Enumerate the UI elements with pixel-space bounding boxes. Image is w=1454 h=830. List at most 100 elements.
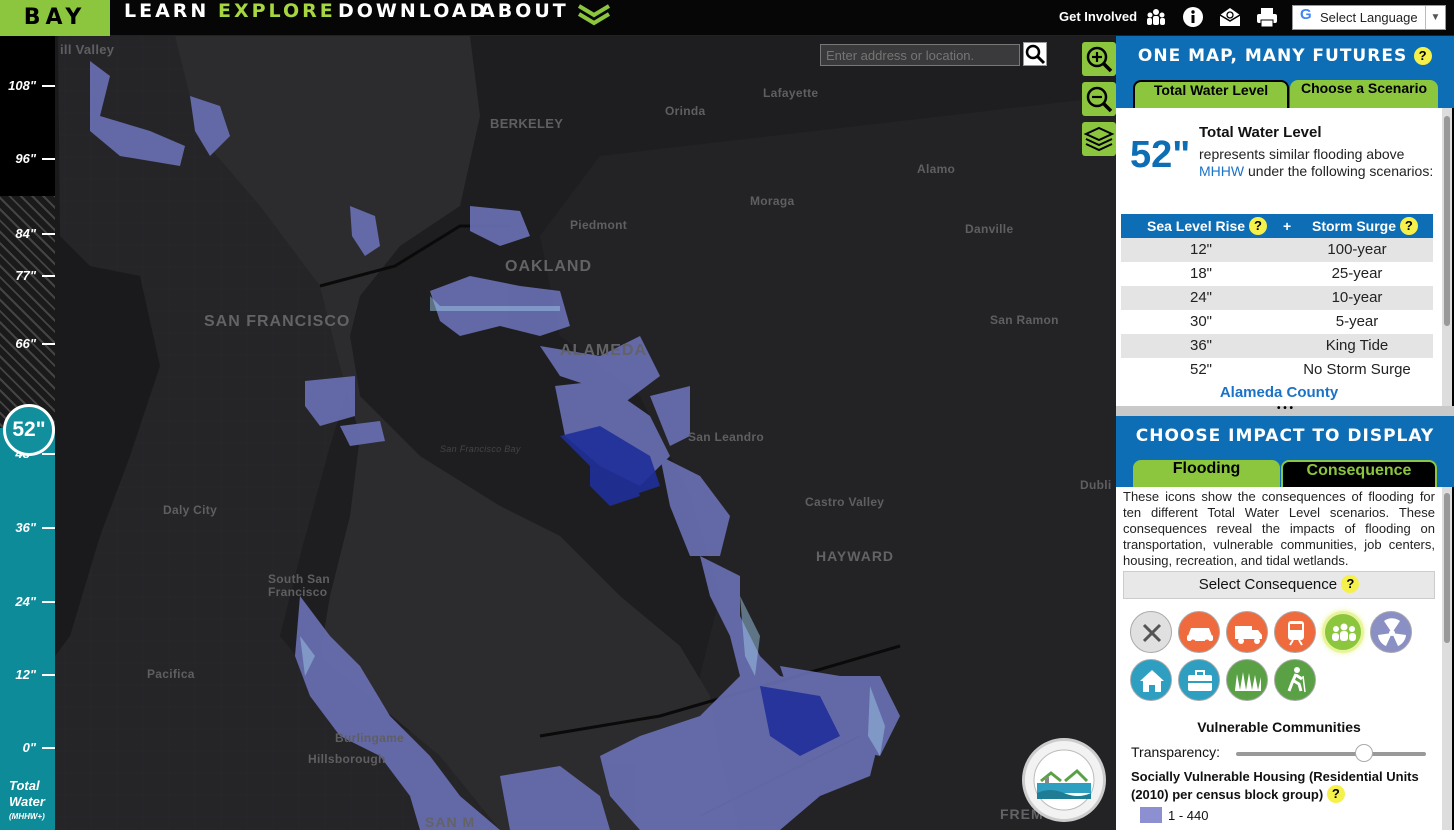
transparency-slider[interactable] — [1236, 752, 1426, 756]
truck-icon — [1235, 626, 1262, 644]
nav-explore[interactable]: EXPLORE — [218, 0, 336, 36]
map-label-san-mateo: SAN M — [425, 814, 476, 830]
gauge-tick: 36" — [0, 520, 55, 535]
freight-button[interactable] — [1226, 611, 1268, 653]
jobs-button[interactable] — [1178, 659, 1220, 701]
clear-consequence-button[interactable] — [1130, 611, 1172, 653]
water-level-tabs: Total Water Level Choose a Scenario — [1116, 76, 1454, 108]
legend-swatch — [1140, 807, 1162, 823]
map-label-daly-city: Daly City — [163, 503, 218, 517]
transparency-slider-handle[interactable] — [1355, 744, 1373, 762]
app: BAY LEARN EXPLORE DOWNLOAD ABOUT Get Inv… — [0, 0, 1454, 830]
grass-icon — [1235, 672, 1261, 691]
panel-resize-handle[interactable]: • • • — [1116, 404, 1454, 416]
email-icon[interactable] — [1218, 6, 1242, 28]
rail-button[interactable] — [1274, 611, 1316, 653]
gauge-handle[interactable]: 52" — [3, 404, 55, 456]
nav-download[interactable]: DOWNLOAD — [338, 0, 488, 36]
scrollbar-thumb[interactable] — [1444, 116, 1450, 326]
contaminated-lands-button[interactable] — [1370, 611, 1412, 653]
scrollbar-thumb[interactable] — [1444, 493, 1450, 643]
map-label-sf-bay: San Francisco Bay — [440, 444, 521, 454]
close-icon — [1142, 623, 1162, 643]
gauge-tick: 12" — [0, 667, 55, 682]
map-canvas[interactable]: ill Valley BERKELEY Orinda Lafayette Ala… — [0, 36, 1116, 830]
language-select[interactable]: G Select Language ▼ — [1292, 5, 1446, 30]
bay-logo[interactable]: BAY — [0, 0, 110, 36]
map-label-alameda: ALAMEDA — [560, 342, 647, 359]
impact-header: CHOOSE IMPACT TO DISPLAY — [1116, 416, 1454, 456]
nav-learn[interactable]: LEARN — [124, 0, 209, 36]
housing-button[interactable] — [1130, 659, 1172, 701]
consequence-pane: These icons show the consequences of flo… — [1116, 487, 1452, 830]
layers-button[interactable] — [1082, 122, 1116, 156]
help-icon[interactable]: ? — [1414, 47, 1433, 65]
help-icon[interactable]: ? — [1399, 217, 1418, 235]
scrollbar[interactable] — [1442, 108, 1452, 406]
zoom-in-button[interactable] — [1082, 42, 1116, 76]
map-label-danville: Danville — [965, 222, 1014, 236]
select-consequence[interactable]: Select Consequence ? — [1123, 571, 1435, 599]
map-label-san-ramon: San Ramon — [990, 313, 1059, 327]
zoom-out-button[interactable] — [1082, 82, 1116, 116]
info-icon[interactable] — [1182, 6, 1204, 28]
train-icon — [1288, 621, 1304, 646]
water-level-desc: represents similar flooding above MHHW u… — [1199, 146, 1434, 179]
house-icon — [1140, 670, 1164, 692]
col-sea-level-rise: Sea Level Rise ? — [1147, 214, 1267, 238]
col-storm-surge: Storm Surge ? — [1312, 214, 1418, 238]
vulnerable-communities-button[interactable] — [1322, 611, 1364, 653]
get-involved-link[interactable]: Get Involved — [1059, 9, 1137, 24]
adapting-to-rising-tides-logo[interactable] — [1022, 738, 1106, 822]
zoom-out-icon — [1086, 86, 1113, 113]
wetlands-button[interactable] — [1226, 659, 1268, 701]
water-level-info: 52" Total Water Level represents similar… — [1116, 108, 1452, 406]
address-search-input[interactable] — [820, 44, 1020, 66]
gauge-fill — [0, 428, 55, 830]
table-row: 12" 100-year — [1121, 238, 1433, 262]
tab-total-water-level[interactable]: Total Water Level — [1133, 80, 1289, 108]
help-icon[interactable]: ? — [1341, 575, 1360, 593]
help-icon[interactable]: ? — [1248, 217, 1267, 235]
map-label-piedmont: Piedmont — [570, 218, 628, 232]
people-icon[interactable] — [1145, 6, 1167, 28]
map-label-oakland: OAKLAND — [505, 258, 592, 275]
top-nav: BAY LEARN EXPLORE DOWNLOAD ABOUT Get Inv… — [0, 0, 1454, 36]
map-label-moraga: Moraga — [750, 194, 795, 208]
map-label-castro-valley: Castro Valley — [805, 495, 885, 509]
tab-consequence[interactable]: Consequence — [1281, 460, 1437, 488]
gauge-tick: 108" — [0, 78, 55, 93]
nav-about[interactable]: ABOUT — [480, 0, 569, 36]
help-icon[interactable]: ? — [1326, 785, 1345, 803]
gauge-label: Total Water (MHHW+) — [9, 778, 45, 821]
map-label-berkeley: BERKELEY — [490, 116, 564, 131]
transparency-label: Transparency: — [1131, 744, 1220, 760]
community-icon — [1332, 623, 1356, 641]
gauge-tick: 96" — [0, 151, 55, 166]
gauge-tick: 77" — [0, 268, 55, 283]
tab-flooding[interactable]: Flooding — [1133, 460, 1280, 488]
car-icon — [1187, 628, 1213, 645]
map-label-pacifica: Pacifica — [147, 667, 195, 681]
dropdown-arrow-icon: ▼ — [1425, 6, 1445, 29]
water-level-gauge[interactable]: 108" 96" 84" 77" 66" 48" 36" 24" 12" 0" … — [0, 36, 55, 830]
scrollbar[interactable] — [1442, 487, 1452, 830]
map-graphics — [0, 36, 1116, 830]
roads-button[interactable] — [1178, 611, 1220, 653]
chevron-down-icon[interactable] — [576, 2, 612, 28]
map-label-san-leandro: San Leandro — [688, 430, 764, 444]
search-button[interactable] — [1023, 42, 1047, 66]
gauge-tick: 66" — [0, 336, 55, 351]
futures-header: ONE MAP, MANY FUTURES ? — [1116, 36, 1454, 76]
table-row: 30" 5-year — [1189, 313, 1379, 330]
consequence-description: These icons show the consequences of flo… — [1123, 489, 1435, 568]
gauge-tick: 24" — [0, 594, 55, 609]
table-row: 36" King Tide — [1121, 334, 1433, 358]
tab-choose-scenario[interactable]: Choose a Scenario — [1290, 80, 1438, 108]
print-icon[interactable] — [1255, 6, 1279, 28]
google-icon: G — [1300, 6, 1312, 23]
mhhw-link[interactable]: MHHW — [1199, 163, 1244, 179]
plus-sign: + — [1283, 218, 1292, 234]
briefcase-icon — [1188, 670, 1212, 691]
recreation-button[interactable] — [1274, 659, 1316, 701]
